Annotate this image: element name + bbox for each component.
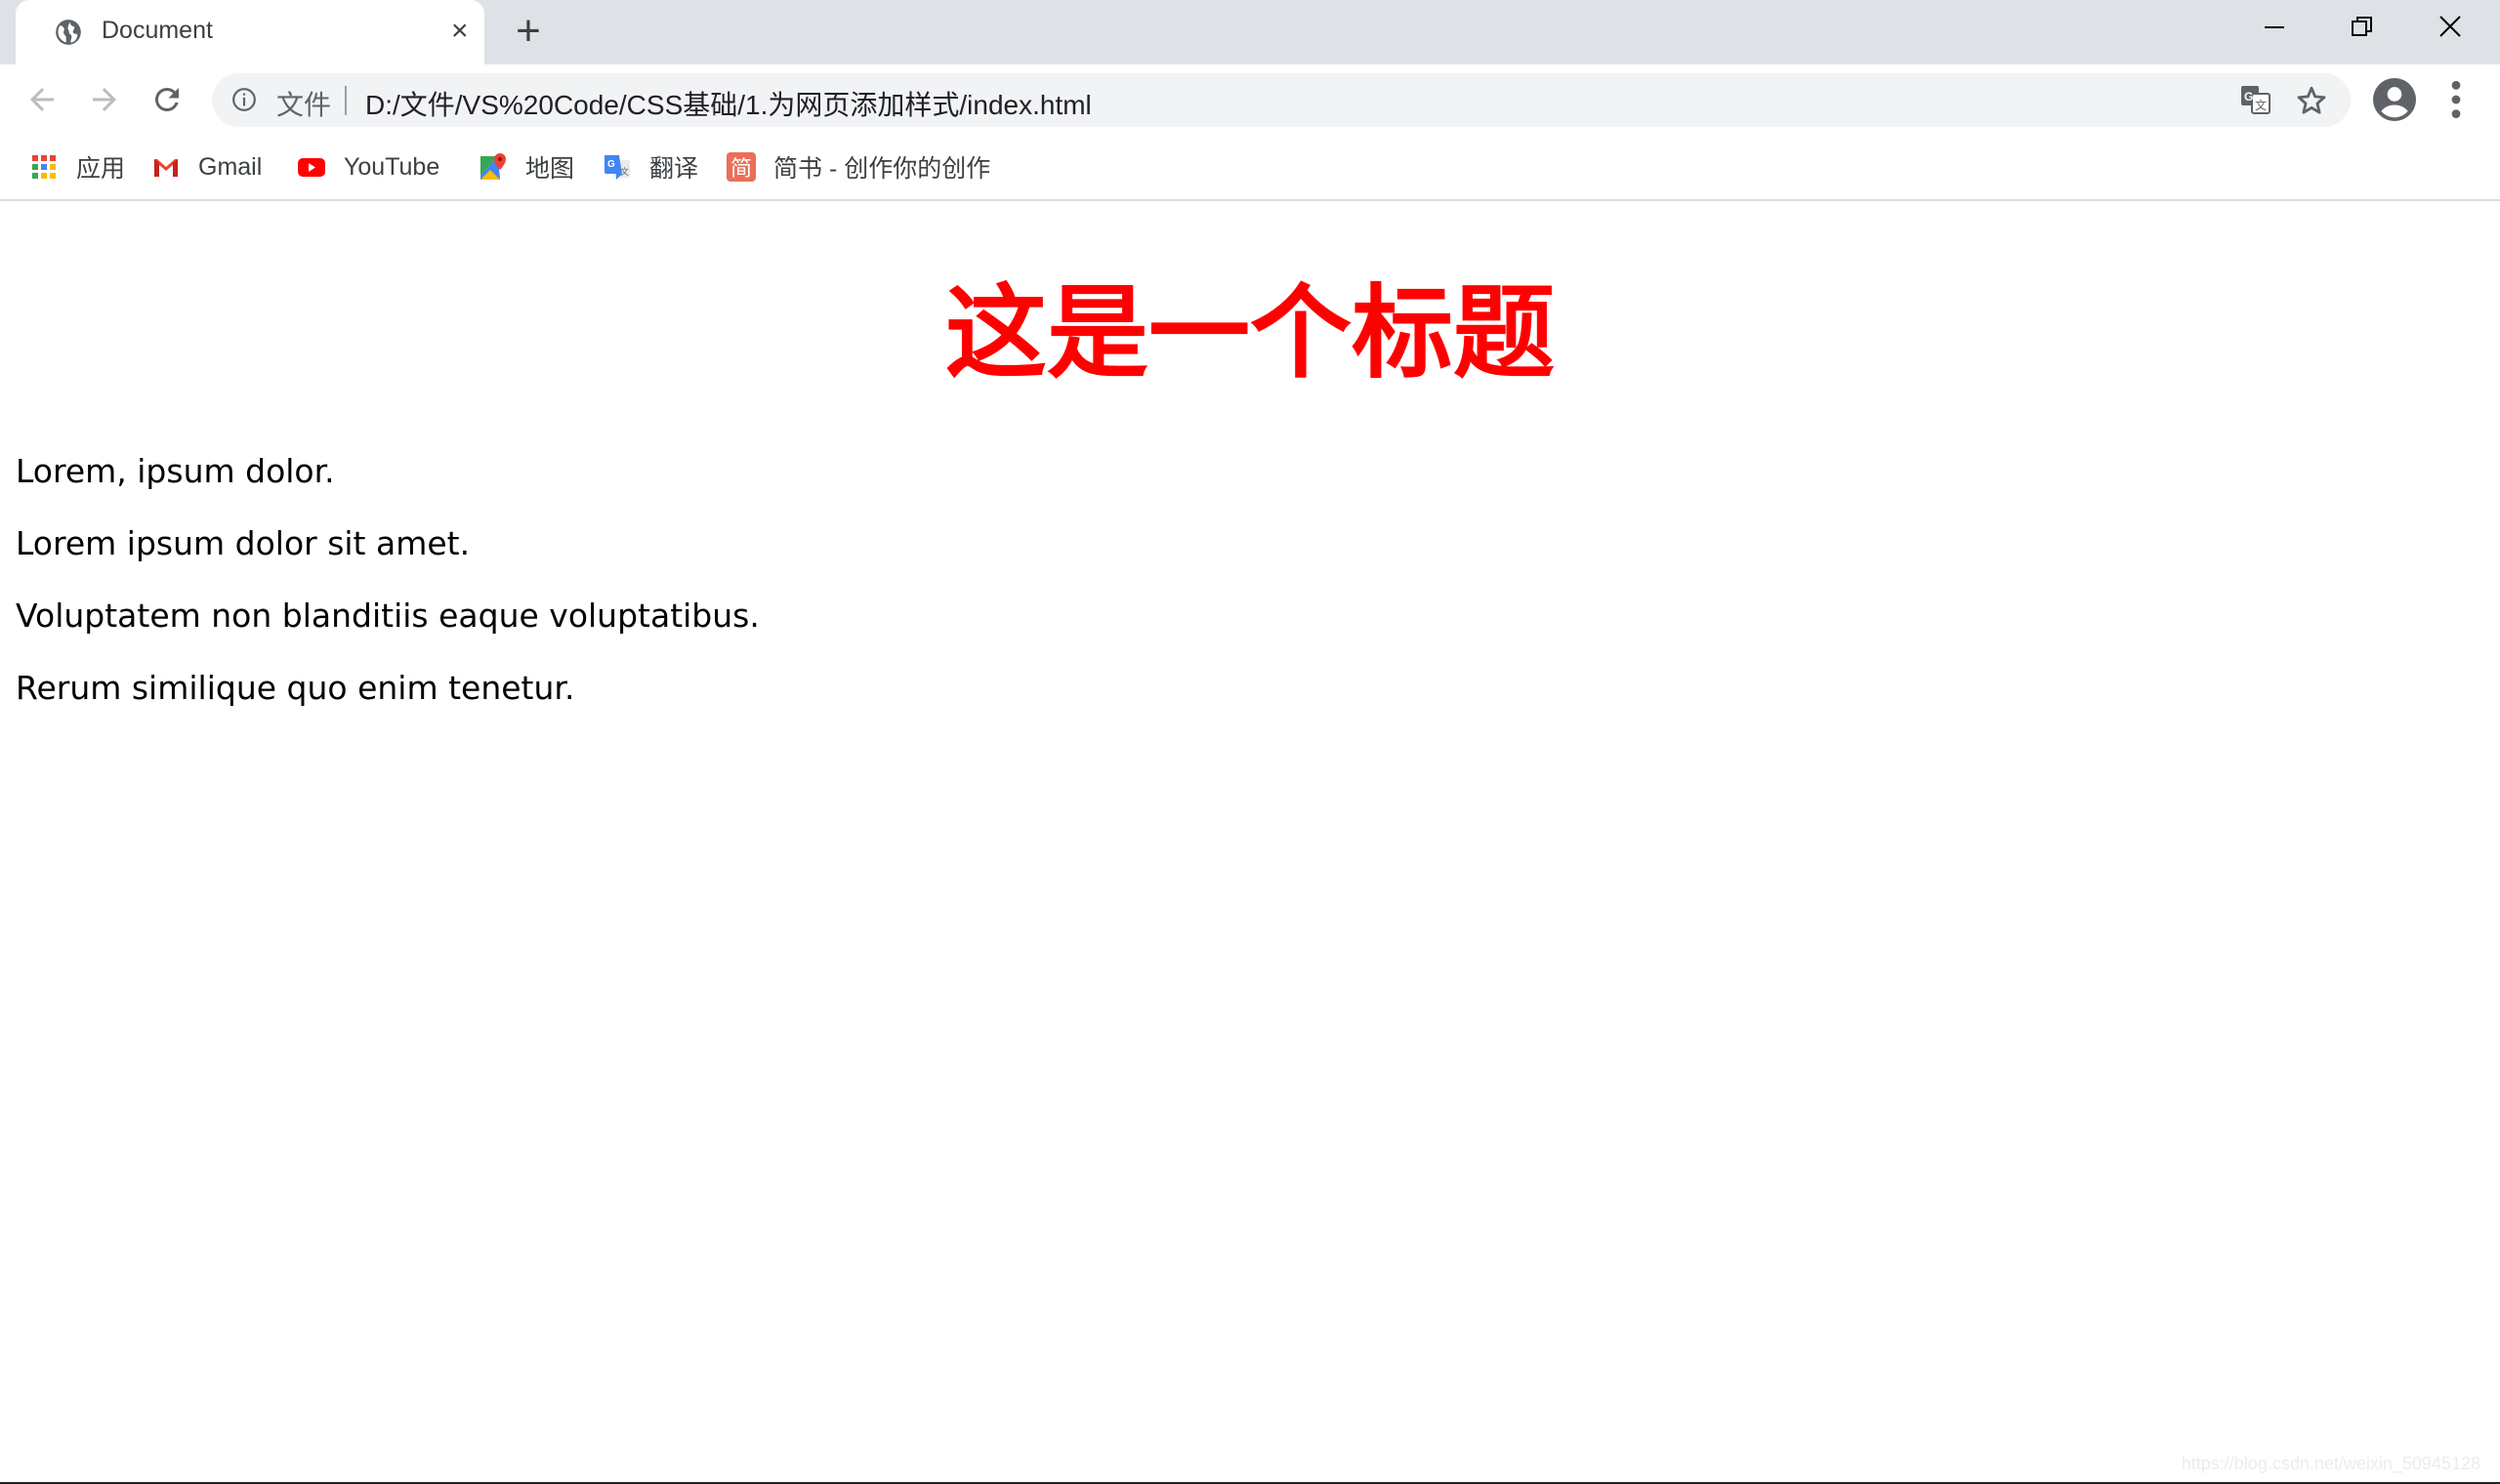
google-translate-icon: G 文 — [604, 155, 630, 180]
page-heading: 这是一个标题 — [944, 273, 1555, 392]
bookmarks-bar: 应用 Gmail YouTube 地图 G 文 翻译 简 简书 - 创作你的创作 — [0, 135, 2500, 201]
reload-button[interactable] — [149, 82, 185, 117]
omnibox-divider — [345, 86, 347, 115]
new-tab-button[interactable]: + — [509, 10, 548, 53]
tab-document[interactable]: Document × — [16, 0, 484, 64]
bookmark-label: 简书 - 创作你的创作 — [773, 155, 991, 183]
svg-text:G: G — [2244, 90, 2253, 103]
gmail-icon — [154, 159, 178, 177]
restore-button[interactable] — [2319, 0, 2407, 57]
paragraph: Lorem, ipsum dolor. — [16, 452, 335, 490]
paragraph: Voluptatem non blanditiis eaque voluptat… — [16, 597, 760, 635]
tab-close-icon[interactable]: × — [451, 16, 469, 47]
info-icon[interactable] — [231, 87, 257, 112]
bookmark-label: 地图 — [525, 155, 575, 183]
browser-toolbar: 文件 D:/文件/VS%20Code/CSS基础/1.为网页添加样式/index… — [0, 64, 2500, 135]
reload-icon — [154, 87, 179, 111]
apps-grid-icon — [32, 155, 56, 179]
translate-icon[interactable]: G 文 — [2240, 85, 2271, 116]
address-bar[interactable]: 文件 D:/文件/VS%20Code/CSS基础/1.为网页添加样式/index… — [212, 73, 2351, 127]
bookmark-label: Gmail — [198, 152, 263, 181]
svg-text:文: 文 — [620, 166, 629, 178]
scheme-label: 文件 — [276, 90, 332, 120]
bookmark-translate[interactable]: G 文 翻译 — [603, 149, 698, 185]
bookmark-gmail[interactable]: Gmail — [151, 149, 262, 185]
arrow-right-icon — [93, 88, 116, 111]
paragraph: Rerum similique quo enim tenetur. — [16, 669, 575, 707]
bookmark-label: 翻译 — [649, 155, 699, 183]
globe-icon — [56, 20, 81, 45]
paragraph: Lorem ipsum dolor sit amet. — [16, 524, 471, 562]
account-circle-icon[interactable] — [2373, 78, 2416, 121]
bookmark-apps[interactable]: 应用 — [29, 149, 125, 185]
minimize-icon — [2265, 26, 2284, 28]
youtube-icon — [298, 158, 325, 177]
url-text[interactable]: D:/文件/VS%20Code/CSS基础/1.为网页添加样式/index.ht… — [365, 84, 1092, 123]
restore-icon — [2352, 17, 2372, 36]
jianshu-icon: 简 — [727, 152, 756, 182]
close-icon — [2439, 16, 2461, 37]
arrow-left-icon — [30, 88, 54, 111]
bookmark-label: 应用 — [76, 155, 126, 183]
maps-icon — [480, 153, 506, 180]
back-button[interactable] — [24, 82, 60, 117]
bookmark-maps[interactable]: 地图 — [479, 149, 574, 185]
bookmark-label: YouTube — [344, 152, 440, 181]
bookmark-jianshu[interactable]: 简 简书 - 创作你的创作 — [727, 149, 990, 185]
star-icon[interactable] — [2295, 84, 2328, 117]
more-vert-icon[interactable] — [2441, 78, 2471, 121]
svg-text:文: 文 — [2255, 98, 2267, 112]
tab-title: Document — [102, 17, 213, 44]
watermark: https://blog.csdn.net/weixin_50945128 — [2181, 1454, 2480, 1473]
minimize-button[interactable] — [2231, 0, 2319, 57]
bookmark-youtube[interactable]: YouTube — [297, 149, 439, 185]
forward-button[interactable] — [87, 82, 122, 117]
tab-strip: Document × + — [0, 0, 2500, 64]
page-content: 这是一个标题 Lorem, ipsum dolor. Lorem ipsum d… — [0, 200, 2500, 1481]
window-close-button[interactable] — [2407, 0, 2495, 57]
svg-text:G: G — [607, 159, 615, 170]
